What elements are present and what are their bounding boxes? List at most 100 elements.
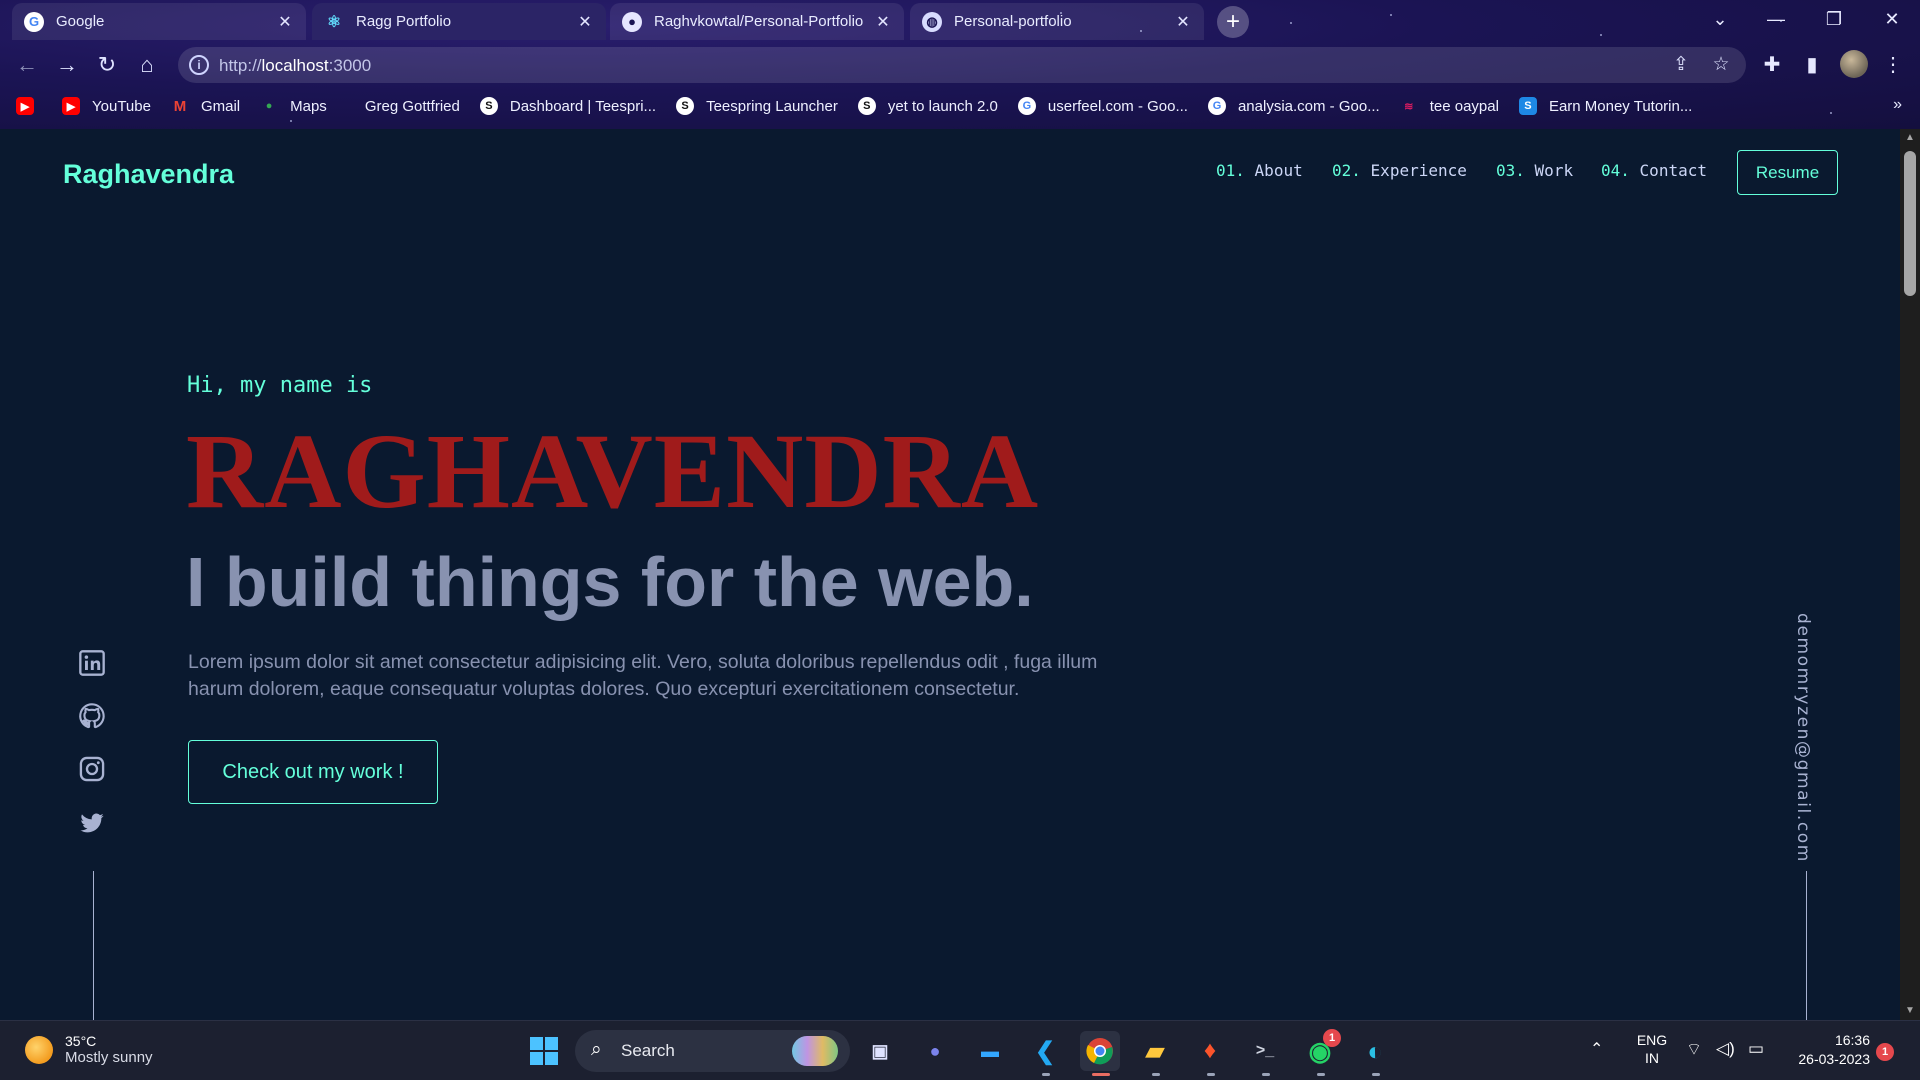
bookmark-item[interactable]: ● Maps — [250, 92, 337, 120]
side-email-text: demomryzen@gmail.com — [1793, 613, 1813, 863]
bookmark-item[interactable]: Ganalysia.com - Goo... — [1198, 92, 1390, 120]
tab-search-chevron-icon[interactable]: ⌄ — [1692, 0, 1748, 40]
bookmark-label: yet to launch 2.0 — [887, 97, 998, 115]
volume-icon[interactable]: ◁) — [1716, 1039, 1735, 1059]
linkedin-icon[interactable] — [78, 649, 106, 677]
youtube-icon: ▶ — [62, 97, 80, 115]
bookmark-item[interactable]: Guserfeel.com - Goo... — [1008, 92, 1198, 120]
instagram-icon[interactable] — [78, 755, 106, 783]
github-icon[interactable] — [78, 702, 106, 730]
globe-icon: ◍ — [922, 11, 942, 32]
bookmark-label: Greg Gottfried — [364, 97, 460, 115]
clock[interactable]: 16:36 26-03-2023 — [1782, 1031, 1870, 1069]
reload-icon[interactable]: ↻ — [92, 50, 122, 80]
running-indicator — [1152, 1073, 1160, 1076]
bookmark-item[interactable]: M Gmail — [161, 92, 250, 120]
bookmark-item[interactable]: ▶ — [0, 92, 52, 120]
bookmark-item[interactable]: S Dashboard | Teespri... — [470, 92, 666, 120]
tab-ragg-portfolio[interactable]: ⚛ Ragg Portfolio ✕ — [312, 3, 606, 40]
check-out-work-button[interactable]: Check out my work ! — [188, 740, 438, 804]
more-menu-icon[interactable]: ⋮ — [1880, 52, 1906, 78]
search-label: Search — [621, 1041, 675, 1060]
google-icon: G — [1207, 97, 1226, 115]
search-highlight-image — [792, 1036, 838, 1066]
restore-button[interactable]: ❐ — [1806, 0, 1862, 40]
forward-arrow-icon[interactable]: → — [52, 50, 82, 80]
battery-charging-icon[interactable]: ▭ — [1748, 1039, 1764, 1059]
github-icon: ● — [622, 11, 642, 32]
nav-number: 04. — [1601, 161, 1630, 180]
edge-icon[interactable]: ◐ — [1355, 1031, 1395, 1071]
scroll-up-icon[interactable]: ▲ — [1900, 129, 1920, 147]
tab-google[interactable]: G Google ✕ — [12, 3, 306, 40]
hero-tagline: I build things for the web. — [186, 543, 1034, 621]
close-tab-icon[interactable]: ✕ — [276, 12, 294, 32]
bookmark-item[interactable]: ≋ tee oaypal — [1390, 92, 1509, 120]
address-url[interactable]: http://localhost:3000 — [219, 56, 371, 76]
tab-strip: G Google ✕ ⚛ Ragg Portfolio ✕ ● Raghvkow… — [0, 0, 1920, 42]
input-language[interactable]: ENG IN — [1630, 1031, 1674, 1067]
youtube-icon: ▶ — [16, 97, 34, 115]
nav-label: About — [1254, 161, 1303, 180]
wifi-icon[interactable]: ⌔ — [1686, 1039, 1702, 1060]
remote-desktop-icon[interactable]: ▬ — [970, 1031, 1010, 1071]
sunny-weather-icon — [25, 1035, 53, 1064]
nav-number: 02. — [1332, 161, 1361, 180]
page-scrollbar[interactable]: ▲ ▼ — [1900, 129, 1920, 1020]
bookmark-item[interactable]: S Teespring Launcher — [666, 92, 848, 120]
chrome-icon[interactable] — [1080, 1031, 1120, 1071]
close-tab-icon[interactable]: ✕ — [874, 12, 892, 32]
site-info-icon[interactable]: i — [189, 55, 209, 75]
address-bar[interactable]: i http://localhost:3000 ⇪ ☆ — [178, 47, 1746, 83]
whatsapp-unread-badge: 1 — [1323, 1029, 1341, 1047]
resume-button[interactable]: Resume — [1737, 150, 1838, 195]
site-logo[interactable]: Raghavendra — [63, 159, 234, 190]
vscode-icon[interactable]: ❮ — [1025, 1031, 1065, 1071]
bookmark-item[interactable]: S Earn Money Tutorin... — [1509, 92, 1702, 120]
close-tab-icon[interactable]: ✕ — [1174, 12, 1192, 32]
portfolio-page: Raghavendra 01. About 02. Experience 03.… — [0, 129, 1900, 1020]
side-panel-icon[interactable]: ▮ — [1799, 52, 1825, 78]
bookmark-item[interactable]: ▶ YouTube — [52, 92, 161, 120]
teams-chat-icon[interactable]: ● — [915, 1031, 955, 1071]
side-email-link[interactable]: demomryzen@gmail.com — [1790, 613, 1816, 863]
bookmark-label: Teespring Launcher — [706, 97, 838, 115]
nav-contact[interactable]: 04. Contact — [1601, 161, 1707, 180]
bookmark-item[interactable]: Greg Gottfried — [337, 92, 470, 120]
notification-badge[interactable]: 1 — [1876, 1043, 1894, 1061]
bookmarks-overflow-icon[interactable]: » — [1893, 96, 1902, 114]
close-window-button[interactable]: ✕ — [1864, 0, 1920, 40]
tab-github-repo[interactable]: ● Raghvkowtal/Personal-Portfolio ✕ — [610, 3, 904, 40]
terminal-icon[interactable]: >_ — [1245, 1031, 1285, 1071]
new-tab-button[interactable]: + — [1217, 6, 1249, 38]
task-view-icon[interactable]: ▣ — [860, 1031, 900, 1071]
windows-start-icon[interactable] — [524, 1031, 564, 1071]
home-icon[interactable]: ⌂ — [132, 50, 162, 80]
tab-personal-portfolio[interactable]: ◍ Personal-portfolio ✕ — [910, 3, 1204, 40]
show-hidden-icons-chevron[interactable]: ⌃ — [1590, 1039, 1603, 1059]
share-icon[interactable]: ⇪ — [1670, 54, 1692, 76]
twitter-icon[interactable] — [78, 809, 106, 837]
close-tab-icon[interactable]: ✕ — [576, 12, 594, 32]
bookmark-label: tee oaypal — [1429, 97, 1499, 115]
nav-experience[interactable]: 02. Experience — [1332, 161, 1467, 180]
back-arrow-icon[interactable]: ← — [12, 50, 42, 80]
bookmark-star-icon[interactable]: ☆ — [1710, 54, 1732, 76]
minimize-button[interactable]: — — [1748, 0, 1804, 40]
clock-date: 26-03-2023 — [1798, 1051, 1870, 1067]
google-icon: G — [1017, 97, 1036, 115]
profile-avatar[interactable] — [1840, 50, 1868, 78]
scroll-thumb[interactable] — [1904, 151, 1916, 296]
bookmarks-bar: ▶ ▶ YouTube M Gmail ● Maps Greg Gottfried S Dashb… — [0, 92, 1920, 120]
file-explorer-icon[interactable]: ▰ — [1135, 1031, 1175, 1071]
extensions-puzzle-icon[interactable]: ✚ — [1759, 52, 1785, 78]
weather-widget[interactable]: 35°C Mostly sunny — [25, 1033, 153, 1066]
scroll-down-icon[interactable]: ▼ — [1900, 1002, 1920, 1020]
bookmark-item[interactable]: Syet to launch 2.0 — [848, 92, 1008, 120]
taskbar-search[interactable]: ⌕ Search — [575, 1030, 850, 1072]
nav-work[interactable]: 03. Work — [1496, 161, 1573, 180]
nav-about[interactable]: 01. About — [1216, 161, 1303, 180]
clock-time: 16:36 — [1834, 1032, 1870, 1048]
brave-icon[interactable]: ♦ — [1190, 1031, 1230, 1071]
url-port: :3000 — [328, 56, 372, 75]
